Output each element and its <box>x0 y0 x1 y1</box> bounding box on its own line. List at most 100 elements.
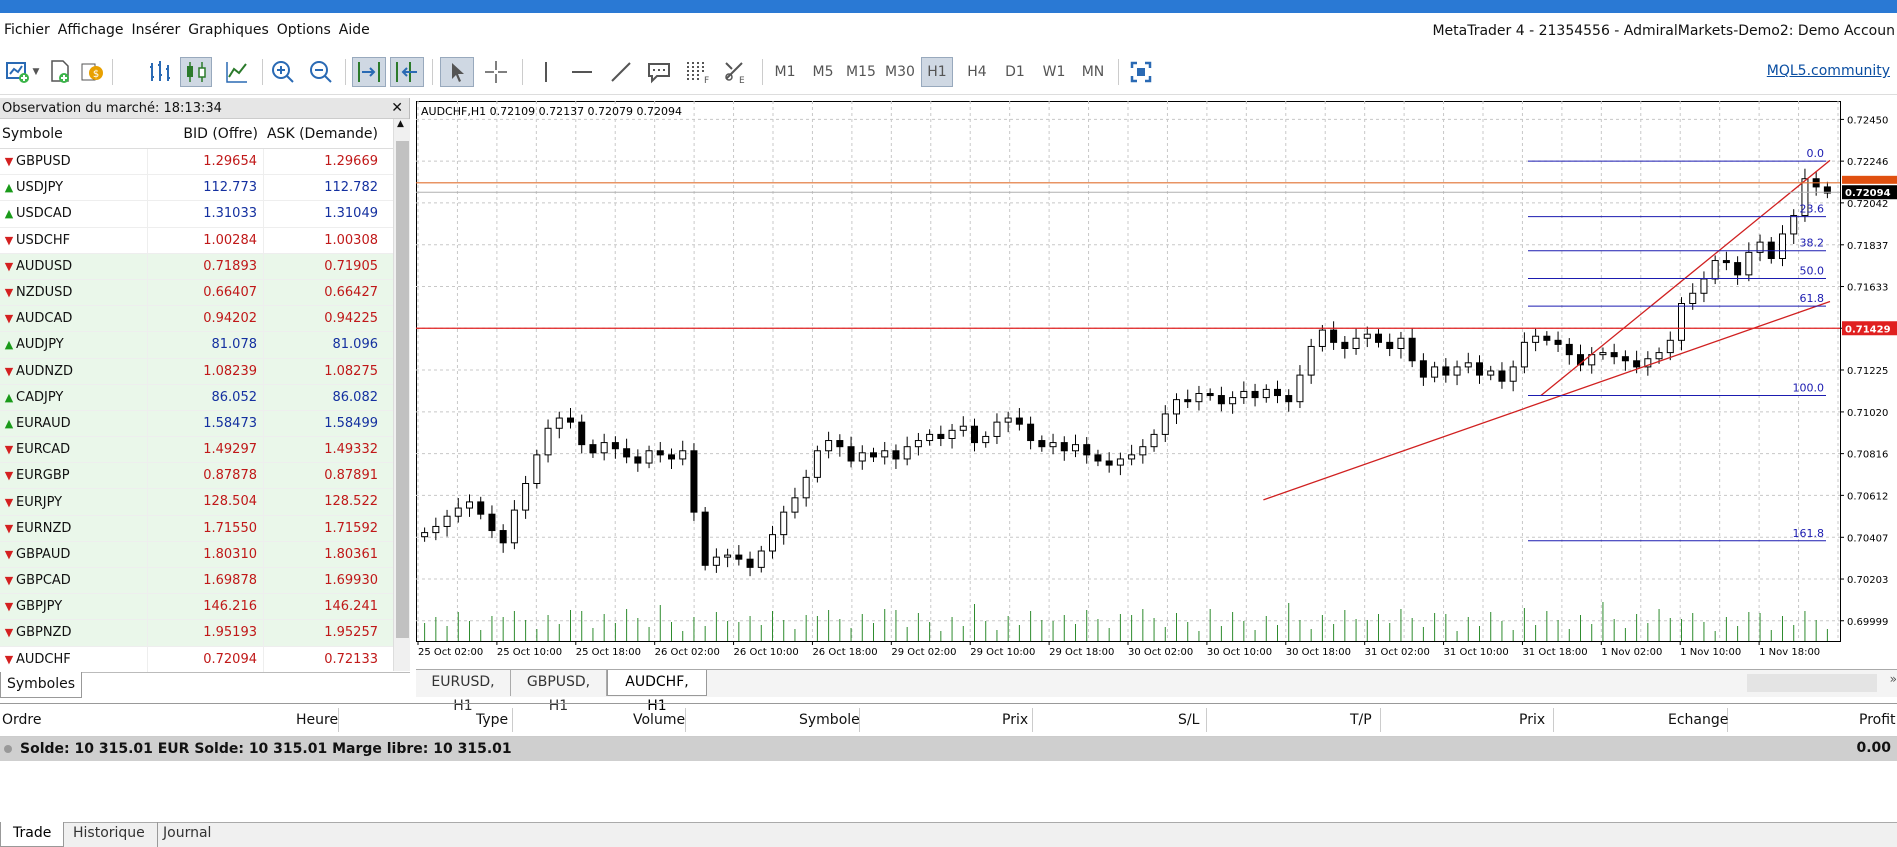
timeframe-m1[interactable]: M1 <box>769 57 801 87</box>
menu-graphiques[interactable]: Graphiques <box>184 22 273 38</box>
market-row-usdjpy[interactable]: ▲ USDJPY 112.773 112.782 <box>0 175 397 202</box>
candle-body <box>836 440 844 448</box>
market-row-gbpusd[interactable]: ▼ GBPUSD 1.29654 1.29669 <box>0 149 397 176</box>
market-row-eurcad[interactable]: ▼ EURCAD 1.49297 1.49332 <box>0 437 397 464</box>
mql5-community-link[interactable]: MQL5.community <box>1767 63 1890 79</box>
chart-tab-eurusd[interactable]: EURUSD, H1 <box>416 670 511 714</box>
col-profit[interactable]: Profit <box>1859 712 1896 728</box>
candle-body <box>1352 337 1360 349</box>
timeframe-h4[interactable]: H4 <box>961 57 993 87</box>
candle-body <box>1217 395 1225 405</box>
terminal-columns: Ordre Heure Type Volume Symbole Prix S/L… <box>0 704 1897 737</box>
col-prix[interactable]: Prix <box>1002 712 1028 728</box>
chart-window[interactable]: 0.72450 0.72246 0.72042 0.71837 0.71633 0.714… <box>416 101 1897 669</box>
symbol-name: USDJPY <box>16 180 64 196</box>
col-type[interactable]: Type <box>476 712 508 728</box>
scrollbar-thumb[interactable] <box>396 141 409 638</box>
market-row-nzdusd[interactable]: ▼ NZDUSD 0.66407 0.66427 <box>0 279 397 307</box>
market-row-audjpy[interactable]: ▲ AUDJPY 81.078 81.096 <box>0 332 397 359</box>
time-tick-label: 1 Nov 02:00 <box>1601 647 1662 658</box>
close-icon[interactable]: ✕ <box>391 98 403 119</box>
menu-inserer[interactable]: Insérer <box>128 22 185 38</box>
col-volume[interactable]: Volume <box>633 712 685 728</box>
col-bid[interactable]: BID (Offre) <box>148 126 264 142</box>
candle-body <box>1779 233 1786 259</box>
col-tp[interactable]: T/P <box>1350 712 1372 728</box>
chart-background <box>416 101 1897 669</box>
bar-chart-button[interactable] <box>144 57 176 87</box>
market-row-gbpjpy[interactable]: ▼ GBPJPY 146.216 146.241 <box>0 594 397 621</box>
col-symbole[interactable]: Symbole <box>799 712 860 728</box>
candle-body <box>791 497 799 513</box>
terminal-tab-journal[interactable]: Journal <box>151 822 223 847</box>
balance-summary-row[interactable]: Solde: 10 315.01 EUR Solde: 10 315.01 Ma… <box>0 737 1897 761</box>
menu-affichage[interactable]: Affichage <box>54 22 128 38</box>
candle-body <box>1307 345 1315 376</box>
trendline-tool-button[interactable] <box>605 57 637 87</box>
timeframe-m30[interactable]: M30 <box>882 57 918 87</box>
timeframe-m15[interactable]: M15 <box>843 57 879 87</box>
market-row-gbpnzd[interactable]: ▼ GBPNZD 1.95193 1.95257 <box>0 620 397 647</box>
crosshair-tool-button[interactable] <box>480 57 512 87</box>
col-echange[interactable]: Echange <box>1668 712 1728 728</box>
timeframe-d1[interactable]: D1 <box>999 57 1031 87</box>
new-profile-button[interactable] <box>46 57 74 87</box>
col-symbol[interactable]: Symbole <box>0 126 148 142</box>
shapes-tool-button[interactable]: E <box>719 57 751 87</box>
candle-body <box>656 450 664 456</box>
col-ask[interactable]: ASK (Demande) <box>264 126 380 142</box>
ask-cell: 1.29669 <box>324 154 378 169</box>
chart-tab-audchf[interactable]: AUDCHF, H1 <box>607 670 707 714</box>
market-row-eurnzd[interactable]: ▼ EURNZD 1.71550 1.71592 <box>0 515 397 542</box>
arrow-down-icon: ▼ <box>4 443 14 457</box>
text-tool-button[interactable] <box>643 57 675 87</box>
horizontal-line-tool-button[interactable] <box>566 57 598 87</box>
candle-body <box>578 421 586 446</box>
market-row-gbpaud[interactable]: ▼ GBPAUD 1.80310 1.80361 <box>0 541 397 568</box>
chart-shift-button[interactable] <box>390 57 424 87</box>
menu-aide[interactable]: Aide <box>335 22 374 38</box>
zoom-out-button[interactable] <box>306 57 336 87</box>
candlestick-chart-button[interactable] <box>180 57 212 87</box>
tab-symboles[interactable]: Symboles <box>0 672 82 698</box>
cursor-tool-button[interactable] <box>440 57 474 87</box>
scroll-up-icon[interactable]: ▲ <box>397 119 404 129</box>
timeframe-m5[interactable]: M5 <box>807 57 839 87</box>
vertical-line-tool-button[interactable] <box>530 57 562 87</box>
market-row-eurgbp[interactable]: ▼ EURGBP 0.87878 0.87891 <box>0 463 397 490</box>
market-row-usdchf[interactable]: ▼ USDCHF 1.00284 1.00308 <box>0 227 397 254</box>
timeframe-h1[interactable]: H1 <box>921 57 953 87</box>
menu-options[interactable]: Options <box>273 22 335 38</box>
candlestick-chart[interactable]: 0.72450 0.72246 0.72042 0.71837 0.71633 0.714… <box>416 101 1897 669</box>
market-row-audusd[interactable]: ▼ AUDUSD 0.71893 0.71905 <box>0 253 397 280</box>
col-ordre[interactable]: Ordre <box>2 712 41 728</box>
trading-button[interactable]: $ <box>78 57 106 87</box>
market-row-audchf[interactable]: ▼ AUDCHF 0.72094 0.72133 <box>0 646 397 673</box>
col-prix-2[interactable]: Prix <box>1519 712 1545 728</box>
market-row-cadjpy[interactable]: ▲ CADJPY 86.052 86.082 <box>0 384 397 411</box>
terminal-tab-trade[interactable]: Trade <box>0 822 65 847</box>
symbol-name: GBPNZD <box>16 625 72 641</box>
market-row-audnzd[interactable]: ▼ AUDNZD 1.08239 1.08275 <box>0 358 397 385</box>
fibonacci-tool-button[interactable]: F <box>681 57 713 87</box>
timeframe-mn[interactable]: MN <box>1076 57 1110 87</box>
chart-tab-gbpusd[interactable]: GBPUSD, H1 <box>511 670 607 714</box>
terminal-tab-historique[interactable]: Historique <box>61 822 158 847</box>
fullscreen-button[interactable] <box>1126 57 1156 87</box>
market-row-gbpcad[interactable]: ▼ GBPCAD 1.69878 1.69930 <box>0 568 397 595</box>
market-row-audcad[interactable]: ▼ AUDCAD 0.94202 0.94225 <box>0 306 397 333</box>
chart-tabs-scrollbar[interactable] <box>1747 674 1877 692</box>
menu-fichier[interactable]: Fichier <box>0 22 54 38</box>
market-row-euraud[interactable]: ▲ EURAUD 1.58473 1.58499 <box>0 410 397 438</box>
autoscroll-button[interactable] <box>352 57 386 87</box>
market-row-eurjpy[interactable]: ▼ EURJPY 128.504 128.522 <box>0 489 397 516</box>
market-watch-scrollbar[interactable]: ▲ <box>393 119 410 671</box>
line-chart-button[interactable] <box>221 57 253 87</box>
new-chart-button[interactable]: ▼ <box>2 57 42 87</box>
chevron-right-icon[interactable]: » <box>1890 672 1897 686</box>
market-row-usdcad[interactable]: ▲ USDCAD 1.31033 1.31049 <box>0 201 397 228</box>
timeframe-w1[interactable]: W1 <box>1038 57 1070 87</box>
col-sl[interactable]: S/L <box>1178 712 1199 728</box>
zoom-in-button[interactable] <box>268 57 298 87</box>
col-heure[interactable]: Heure <box>296 712 338 728</box>
